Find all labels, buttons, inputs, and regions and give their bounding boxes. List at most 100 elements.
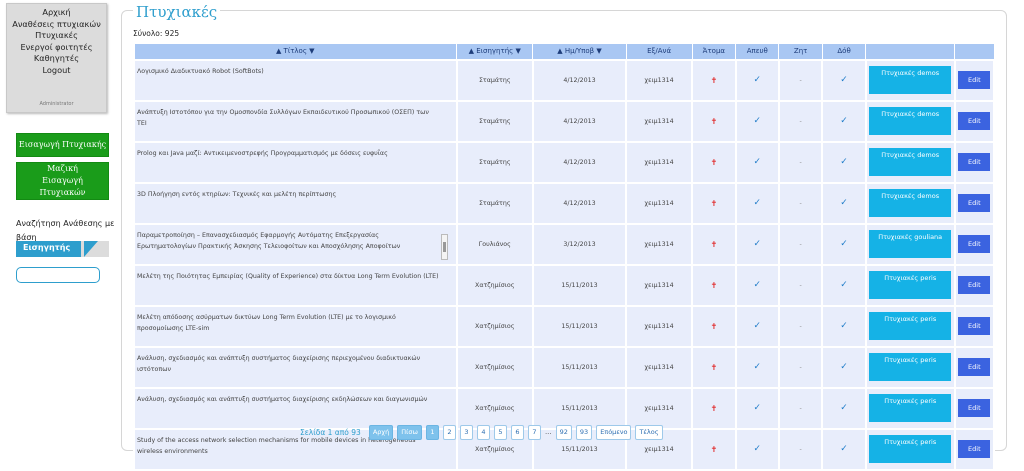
menu-item[interactable]: Καθηγητές [7,53,106,65]
bulk-insert-button[interactable]: Μαζική Εισαγωγή Πτυχιακών [16,162,109,200]
title-wrap: Ανάλυση, σχεδιασμός και ανάπτυξη συστήμα… [137,353,452,385]
edit-button[interactable]: Edit [958,71,991,89]
first-page-button[interactable]: Αρχή [368,424,394,440]
persons-cell: ✝ [691,263,737,307]
next-page-button[interactable]: Επόμενο [596,424,632,440]
edit-cell: Edit [953,263,996,307]
column-header[interactable]: ▲ Ημ/Υποβ ▼ [532,43,627,60]
semester-cell: χειμ1314 [624,99,694,143]
role-label: Administrator [39,101,74,107]
check-icon: ✓ [753,321,762,331]
group-cell: Πτυχιακές demos [864,140,956,184]
edit-button[interactable]: Edit [958,194,991,212]
page-button[interactable]: 6 [510,424,524,440]
bulk-insert-label: Μαζική Εισαγωγή Πτυχιακών [39,164,86,197]
title-wrap: Prolog και Java μαζί: Αντικειμενοστρεφής… [137,148,452,180]
page-numbers: 1234567 [425,424,545,440]
given-cell: ✓ [821,386,867,430]
person-icon: ✝ [710,321,718,331]
scrollbar-thumb[interactable] [442,241,446,252]
check-icon: ✓ [840,198,848,208]
dash-mark: - [799,322,802,330]
requested-cell: - [777,427,824,471]
group-button[interactable]: Πτυχιακές demos [869,189,952,217]
person-icon: ✝ [710,157,718,167]
search-input[interactable] [16,267,100,283]
persons-cell: ✝ [691,58,737,102]
menu-item[interactable]: Logout [7,65,106,77]
group-button[interactable]: Πτυχιακές peris [869,312,952,340]
prev-page-button[interactable]: Πίσω [397,424,422,440]
thesis-title: Ανάπτυξη Ιστοτόπου για την Ομοσπονδία Συ… [137,108,429,127]
title-wrap: Παραμετροποίηση – Επανασχεδιασμός Εφαρμο… [137,230,452,262]
thesis-title: Ανάλυση, σχεδιασμός και ανάπτυξη συστήμα… [137,354,421,373]
thesis-title: Παραμετροποίηση – Επανασχεδιασμός Εφαρμο… [137,231,401,250]
page-button[interactable]: 93 [575,424,593,440]
menu-item[interactable]: Ενεργοί φοιτητές [7,42,106,54]
page-button[interactable]: 92 [555,424,572,440]
group-cell: Πτυχιακές demos [864,181,956,225]
group-button[interactable]: Πτυχιακές peris [869,271,952,299]
select-arrow-shape [84,241,98,257]
table-header-row: ▲ Τίτλος ▼ ▲ Εισηγητής ▼ ▲ Ημ/Υποβ ▼ Εξ/Ανά… [133,43,995,60]
title-cell: Μελέτη της Ποιότητας Εμπειρίας (Quality … [133,263,458,307]
table-body: Λογισμικό Διαδικτυακό Robot (SoftBots) Στ… [133,58,996,471]
edit-button[interactable]: Edit [958,153,991,171]
check-icon: ✓ [840,321,848,331]
page-button[interactable]: 5 [493,424,507,440]
menu-item[interactable]: Αναθέσεις πτυχιακών [7,19,106,31]
search-field-value: Εισηγητής [23,243,71,252]
edit-button[interactable]: Edit [958,317,991,335]
table-row: 3D Πλοήγηση εντός κτηρίων: Τεχνικές και … [133,181,996,225]
group-button[interactable]: Πτυχιακές demos [869,66,952,94]
group-button[interactable]: Πτυχιακές demos [869,148,952,176]
title-scrollbar[interactable] [440,233,448,260]
last-page-button[interactable]: Τέλος [635,424,663,440]
semester-cell: χειμ1314 [624,386,694,430]
given-cell: ✓ [821,222,867,266]
group-button[interactable]: Πτυχιακές demos [869,107,952,135]
column-header[interactable]: ▲ Τίτλος ▼ [133,43,457,60]
edit-button[interactable]: Edit [958,399,991,417]
requested-cell: - [777,222,824,266]
semester-cell: χειμ1314 [624,345,694,389]
edit-button[interactable]: Edit [958,235,991,253]
dash-mark: - [799,363,802,371]
requested-cell: - [777,140,824,184]
insert-thesis-button[interactable]: Εισαγωγή Πτυχιακής [16,133,109,157]
column-header: Ζητ [778,43,823,60]
edit-button[interactable]: Edit [958,358,991,376]
check-icon: ✓ [840,239,848,249]
search-field-select[interactable]: Εισηγητής [16,241,109,257]
edit-cell: Edit [953,99,996,143]
table-row: Ανάλυση, σχεδιασμός και ανάπτυξη συστήμα… [133,386,996,430]
check-icon: ✓ [840,280,848,290]
persons-cell: ✝ [691,386,737,430]
direct-cell: ✓ [734,386,780,430]
requested-cell: - [777,386,824,430]
group-button[interactable]: Πτυχιακές peris [869,353,952,381]
page-info: Σελίδα 1 από 93 [300,427,361,437]
group-button[interactable]: Πτυχιακές gouliana [869,230,952,258]
page-button[interactable]: 7 [527,424,541,440]
given-cell: ✓ [821,345,867,389]
table-row: Μελέτη της Ποιότητας Εμπειρίας (Quality … [133,263,996,307]
column-header[interactable]: ▲ Εισηγητής ▼ [455,43,534,60]
edit-button[interactable]: Edit [958,440,991,458]
page-button[interactable]: 4 [476,424,490,440]
edit-button[interactable]: Edit [958,276,991,294]
group-button[interactable]: Πτυχιακές peris [869,435,952,463]
person-icon: ✝ [710,75,718,85]
thesis-title: Μελέτη απόδοσης ασύρματων δικτύων Long T… [137,313,396,332]
page-button[interactable]: 2 [442,424,456,440]
check-icon: ✓ [753,280,762,290]
edit-cell: Edit [953,222,996,266]
supervisor-cell: Χατζημίσιος [455,263,534,307]
menu-item[interactable]: Πτυχιακές [7,30,106,42]
edit-button[interactable]: Edit [958,112,991,130]
page-button[interactable]: 3 [459,424,473,440]
page-button[interactable]: 1 [425,424,439,440]
group-button[interactable]: Πτυχιακές peris [869,394,952,422]
title-wrap: Ανάλυση, σχεδιασμός και ανάπτυξη συστήμα… [137,394,452,426]
menu-item[interactable]: Αρχική [7,7,106,19]
